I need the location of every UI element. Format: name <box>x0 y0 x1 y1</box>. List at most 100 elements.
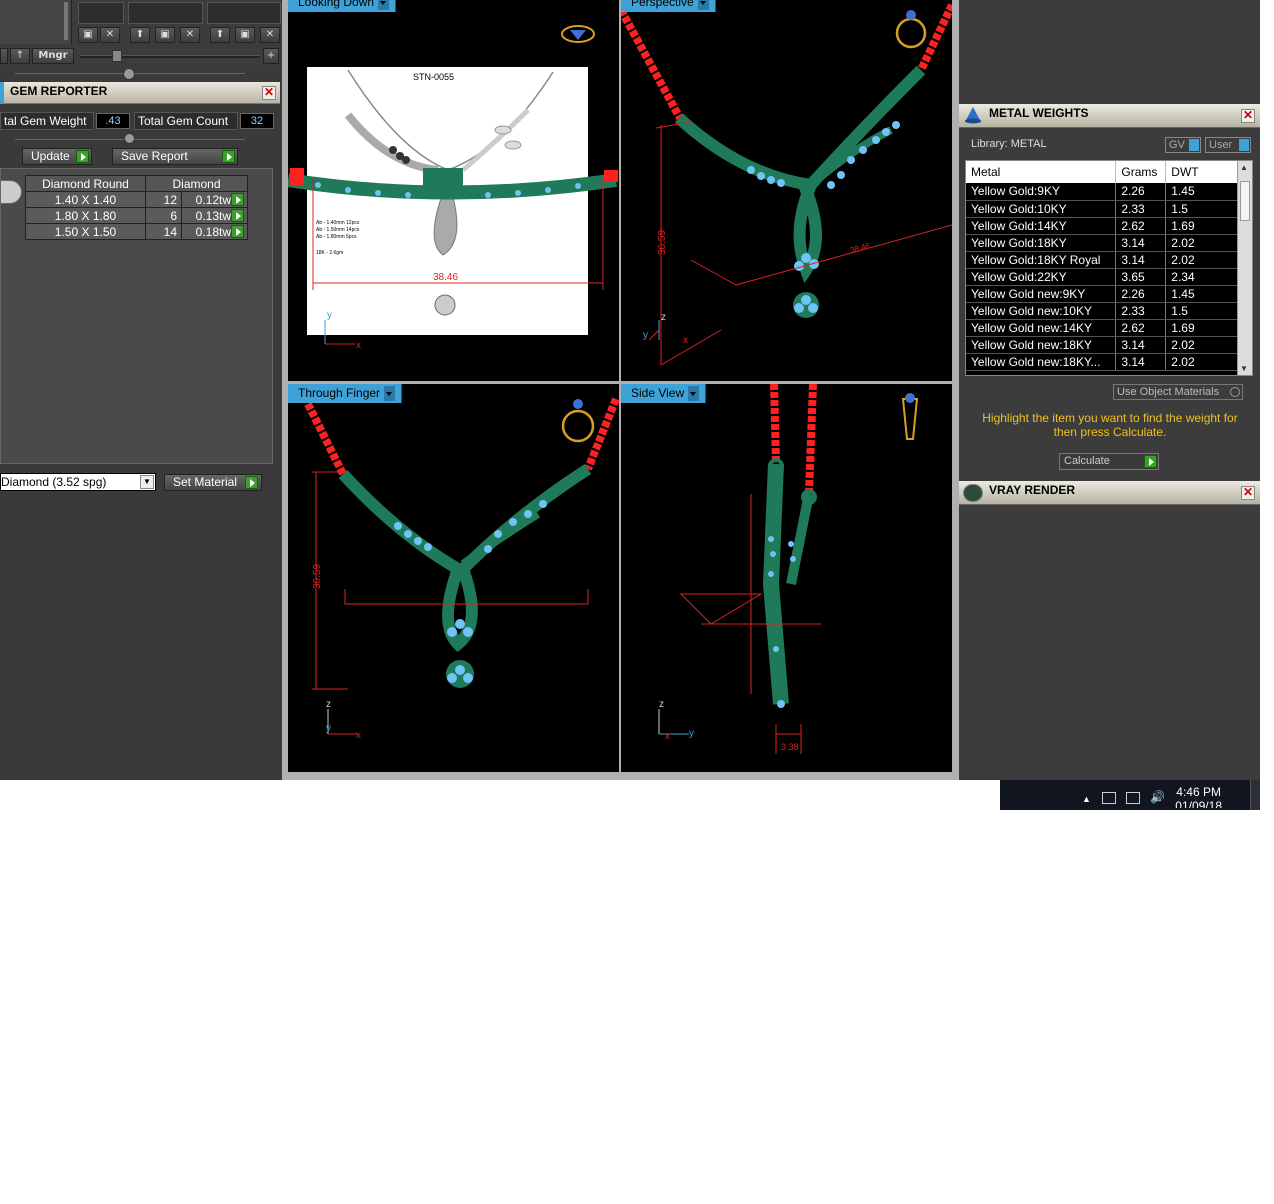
chevron-down-icon[interactable] <box>688 386 700 402</box>
taskbar-clock[interactable]: 4:46 PM 01/09/18 <box>1175 785 1222 808</box>
radio-icon[interactable] <box>1230 387 1240 397</box>
flag-icon[interactable] <box>1102 792 1116 804</box>
axis-label-x: x <box>356 730 361 741</box>
play-icon[interactable] <box>231 225 244 238</box>
toolbar-strip: ▣ ✕ ⬆ ▣ ✕ ⬆ ▣ ✕ ↑ Mngr + <box>0 0 282 80</box>
clock-time: 4:46 PM <box>1176 785 1221 799</box>
speaker-icon[interactable]: 🔊 <box>1150 790 1165 804</box>
play-icon[interactable] <box>76 150 89 163</box>
table-row[interactable]: Yellow Gold new:14KY 2.62 1.69 <box>966 319 1238 337</box>
user-button[interactable]: User <box>1205 137 1251 153</box>
table-scrollbar[interactable]: ▲ ▼ <box>1237 161 1252 375</box>
up-arrow-button[interactable]: ↑ <box>10 48 30 64</box>
ring-view-icon <box>561 409 595 443</box>
save-icon[interactable]: ▣ <box>78 27 98 43</box>
add-button[interactable]: + <box>263 48 279 64</box>
toolbar-slot-3[interactable] <box>207 2 281 24</box>
viewport-perspective[interactable]: 36.59 38.46 y z x Perspective <box>621 0 952 381</box>
table-row[interactable]: 1.50 X 1.50 14 0.18tw <box>25 223 248 240</box>
perspective-canvas[interactable]: 36.59 38.46 y z x <box>621 0 952 381</box>
toolbar-slot-2[interactable] <box>128 2 203 24</box>
table-row[interactable]: Yellow Gold:18KY 3.14 2.02 <box>966 234 1238 252</box>
mngr-button[interactable]: Mngr <box>32 48 74 64</box>
metal-weights-table-wrap[interactable]: Metal Grams DWT Yellow Gold:9KY 2.26 1.45 … <box>965 160 1253 376</box>
save-report-label: Save Report <box>121 149 188 163</box>
collapse-icon[interactable] <box>124 133 135 144</box>
spec-line: Ab - 1.50mm 14pcs <box>316 227 360 233</box>
table-row[interactable]: Yellow Gold new:18KY 3.14 2.02 <box>966 336 1238 354</box>
tab-looking-down[interactable]: Looking Down <box>288 0 397 12</box>
chain-left <box>770 384 780 463</box>
side-view-canvas[interactable]: 3.38 z x y <box>621 384 952 772</box>
metal-name: Yellow Gold new:18KY... <box>966 353 1117 371</box>
scroll-down-icon[interactable]: ▼ <box>1240 364 1248 373</box>
tab-side-view[interactable]: Side View <box>621 384 707 403</box>
toolbar-slot-1[interactable] <box>78 2 124 24</box>
save-icon[interactable]: ▣ <box>155 27 175 43</box>
viewport-side-view[interactable]: 3.38 z x y Side View <box>621 384 952 772</box>
table-row[interactable]: Yellow Gold new:18KY... 3.14 2.02 <box>966 353 1238 371</box>
metal-body <box>338 463 592 653</box>
close-icon[interactable]: ✕ <box>262 86 276 100</box>
metal-weights-table: Metal Grams DWT Yellow Gold:9KY 2.26 1.45 … <box>966 161 1238 371</box>
metal-grams: 3.14 <box>1115 353 1167 371</box>
table-row[interactable]: Yellow Gold:9KY 2.26 1.45 <box>966 183 1238 201</box>
table-row[interactable]: Yellow Gold:10KY 2.33 1.5 <box>966 200 1238 218</box>
toolbar-scroll[interactable] <box>64 2 68 40</box>
save-report-button[interactable]: Save Report <box>112 148 238 165</box>
use-object-materials-toggle[interactable]: Use Object Materials <box>1113 384 1243 400</box>
chevron-down-icon[interactable]: ▼ <box>140 475 154 489</box>
toolbar-slider-track <box>80 55 260 58</box>
table-row[interactable]: Yellow Gold new:9KY 2.26 1.45 <box>966 285 1238 303</box>
collapse-icon[interactable] <box>123 68 135 80</box>
close-icon[interactable]: ✕ <box>1241 486 1255 500</box>
show-desktop-button[interactable] <box>1250 780 1260 810</box>
table-row[interactable]: Yellow Gold:22KY 3.65 2.34 <box>966 268 1238 286</box>
table-row[interactable]: Yellow Gold:18KY Royal 3.14 2.02 <box>966 251 1238 269</box>
dim-width-label: 38.46 <box>433 272 458 283</box>
viewport-through-finger[interactable]: 36.59 z y x Through Finger <box>288 384 619 772</box>
vray-render-header: VRAY RENDER ✕ <box>959 481 1260 505</box>
up-icon[interactable]: ⬆ <box>130 27 150 43</box>
show-hidden-icons-icon[interactable]: ▲ <box>1082 794 1091 804</box>
play-icon[interactable] <box>222 150 235 163</box>
toolbar-slider-thumb[interactable] <box>112 50 122 62</box>
viewport-looking-down[interactable]: 38.46 STN-0055 Ab - 1.40mm 12pcs Ab - 1.… <box>288 0 619 381</box>
metal-grams: 2.33 <box>1115 200 1167 218</box>
scroll-up-icon[interactable]: ▲ <box>1240 163 1248 172</box>
table-row[interactable]: Yellow Gold new:10KY 2.33 1.5 <box>966 302 1238 320</box>
chevron-down-icon[interactable] <box>378 0 390 11</box>
left-tab[interactable] <box>0 48 8 64</box>
looking-down-canvas[interactable]: 38.46 STN-0055 Ab - 1.40mm 12pcs Ab - 1.… <box>288 0 619 381</box>
close-icon[interactable]: ✕ <box>100 27 120 43</box>
column-header: DWT <box>1165 161 1238 183</box>
play-icon[interactable] <box>231 193 244 206</box>
tab-perspective[interactable]: Perspective <box>621 0 716 12</box>
tab-through-finger[interactable]: Through Finger <box>288 384 403 403</box>
table-row[interactable]: 1.40 X 1.40 12 0.12tw <box>25 191 248 208</box>
up-icon[interactable]: ⬆ <box>210 27 230 43</box>
network-icon[interactable] <box>1126 792 1140 804</box>
gem-size: 1.50 X 1.50 <box>25 223 146 240</box>
chevron-down-icon[interactable] <box>697 0 709 11</box>
scroll-thumb[interactable] <box>1240 181 1250 221</box>
column-header: Diamond Round <box>25 175 146 192</box>
close-icon[interactable]: ✕ <box>260 27 280 43</box>
gv-button[interactable]: GV <box>1165 137 1201 153</box>
material-select[interactable]: Diamond (3.52 spg) ▼ <box>0 473 156 491</box>
through-finger-canvas[interactable]: 36.59 z y x <box>288 384 619 772</box>
metal-name: Yellow Gold:9KY <box>966 183 1117 201</box>
metal-weights-icon <box>963 106 983 124</box>
play-icon[interactable] <box>1144 455 1157 468</box>
table-row[interactable]: Yellow Gold:14KY 2.62 1.69 <box>966 217 1238 235</box>
spec-line: Ab - 1.80mm 6pcs <box>316 234 357 240</box>
close-icon[interactable]: ✕ <box>180 27 200 43</box>
save-icon[interactable]: ▣ <box>235 27 255 43</box>
gem-reporter-title: GEM REPORTER <box>10 84 108 98</box>
chevron-down-icon[interactable] <box>384 386 396 402</box>
play-icon[interactable] <box>231 209 244 222</box>
column-header: Diamond <box>145 175 248 192</box>
close-icon[interactable]: ✕ <box>1241 109 1255 123</box>
play-icon[interactable] <box>245 476 258 489</box>
table-row[interactable]: 1.80 X 1.80 6 0.13tw <box>25 207 248 224</box>
